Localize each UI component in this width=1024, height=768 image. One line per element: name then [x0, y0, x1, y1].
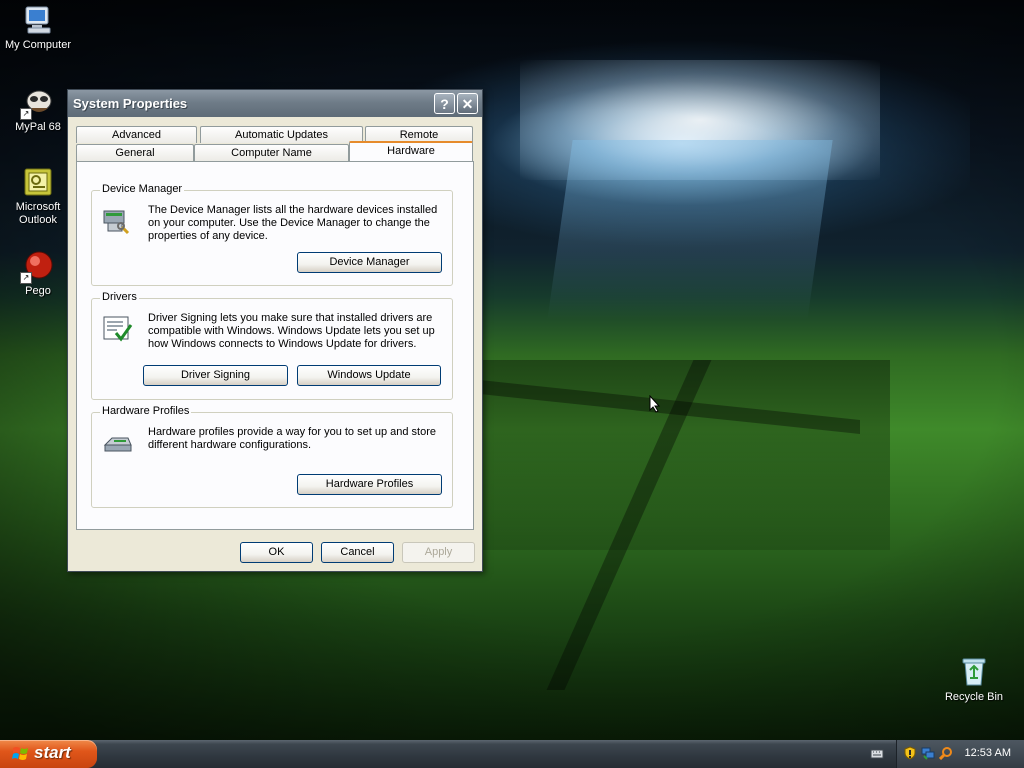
desktop-icon-mypal[interactable]: ↗ MyPal 68 — [0, 86, 76, 134]
tab-computer-name[interactable]: Computer Name — [194, 144, 349, 161]
cancel-button[interactable]: Cancel — [321, 542, 394, 563]
hardware-profiles-legend: Hardware Profiles — [100, 405, 192, 417]
system-properties-dialog: System Properties ? ✕ Advanced Automatic… — [67, 89, 483, 572]
desktop-icon-outlook[interactable]: Microsoft Outlook — [0, 166, 76, 227]
drivers-description: Driver Signing lets you make sure that i… — [148, 312, 435, 350]
mouse-cursor-icon — [649, 395, 661, 413]
driver-signing-button[interactable]: Driver Signing — [143, 365, 288, 386]
desktop-icon-recycle-bin[interactable]: Recycle Bin — [936, 656, 1012, 704]
device-manager-description: The Device Manager lists all the hardwar… — [148, 204, 438, 242]
desktop-icon-my-computer[interactable]: My Computer — [0, 4, 76, 52]
device-manager-group: Device Manager The Device Manager lists … — [91, 183, 453, 286]
outlook-icon — [22, 166, 54, 198]
taskbar: start 12:53 AM — [0, 740, 1024, 768]
desktop-icon-label: My Computer — [4, 39, 72, 51]
start-label: start — [34, 743, 71, 762]
desktop-icon-label: Pego — [25, 285, 51, 297]
drivers-group: Drivers Driver Signing lets you make sur… — [91, 291, 453, 400]
tab-advanced[interactable]: Advanced — [76, 126, 197, 143]
hardware-profiles-button[interactable]: Hardware Profiles — [297, 474, 442, 495]
dialog-titlebar[interactable]: System Properties ? ✕ — [68, 90, 482, 117]
pego-icon: ↗ — [20, 250, 54, 284]
apply-button[interactable]: Apply — [402, 542, 475, 563]
desktop-icon-label: Microsoft Outlook — [15, 201, 61, 226]
hardware-tab-panel: Device Manager The Device Manager lists … — [76, 161, 474, 530]
close-button[interactable]: ✕ — [457, 93, 478, 114]
device-manager-icon — [102, 205, 134, 237]
tab-general[interactable]: General — [76, 144, 194, 161]
my-computer-icon — [22, 4, 54, 36]
security-shield-icon[interactable] — [903, 746, 917, 760]
shortcut-arrow-icon: ↗ — [20, 272, 32, 284]
ok-button[interactable]: OK — [240, 542, 313, 563]
taskbar-clock[interactable]: 12:53 AM — [965, 747, 1011, 759]
help-button[interactable]: ? — [434, 93, 455, 114]
device-manager-legend: Device Manager — [100, 183, 185, 195]
desktop-icon-pego[interactable]: ↗ Pego — [0, 250, 76, 298]
search-magnifier-icon[interactable] — [939, 746, 953, 760]
tab-automatic-updates[interactable]: Automatic Updates — [200, 126, 363, 143]
device-manager-button[interactable]: Device Manager — [297, 252, 442, 273]
recycle-bin-icon — [958, 656, 990, 688]
driver-signing-icon — [102, 313, 134, 345]
keyboard-icon[interactable] — [870, 747, 884, 761]
drivers-legend: Drivers — [100, 291, 139, 303]
desktop-icon-label: Recycle Bin — [944, 691, 1004, 703]
system-tray: 12:53 AM — [896, 740, 1024, 768]
tab-strip: Advanced Automatic Updates Remote Genera… — [76, 126, 474, 162]
desktop-icon-label: MyPal 68 — [15, 121, 61, 133]
dialog-title: System Properties — [73, 96, 188, 111]
windows-flag-icon — [12, 747, 28, 760]
start-button[interactable]: start — [0, 740, 97, 768]
network-icon[interactable] — [921, 746, 935, 760]
hardware-profiles-icon — [102, 427, 134, 459]
hardware-profiles-description: Hardware profiles provide a way for you … — [148, 426, 436, 451]
windows-update-button[interactable]: Windows Update — [297, 365, 441, 386]
mypal-browser-icon: ↗ — [20, 86, 54, 120]
tab-hardware[interactable]: Hardware — [349, 141, 473, 161]
shortcut-arrow-icon: ↗ — [20, 108, 32, 120]
hardware-profiles-group: Hardware Profiles Hardware profiles prov… — [91, 405, 453, 508]
